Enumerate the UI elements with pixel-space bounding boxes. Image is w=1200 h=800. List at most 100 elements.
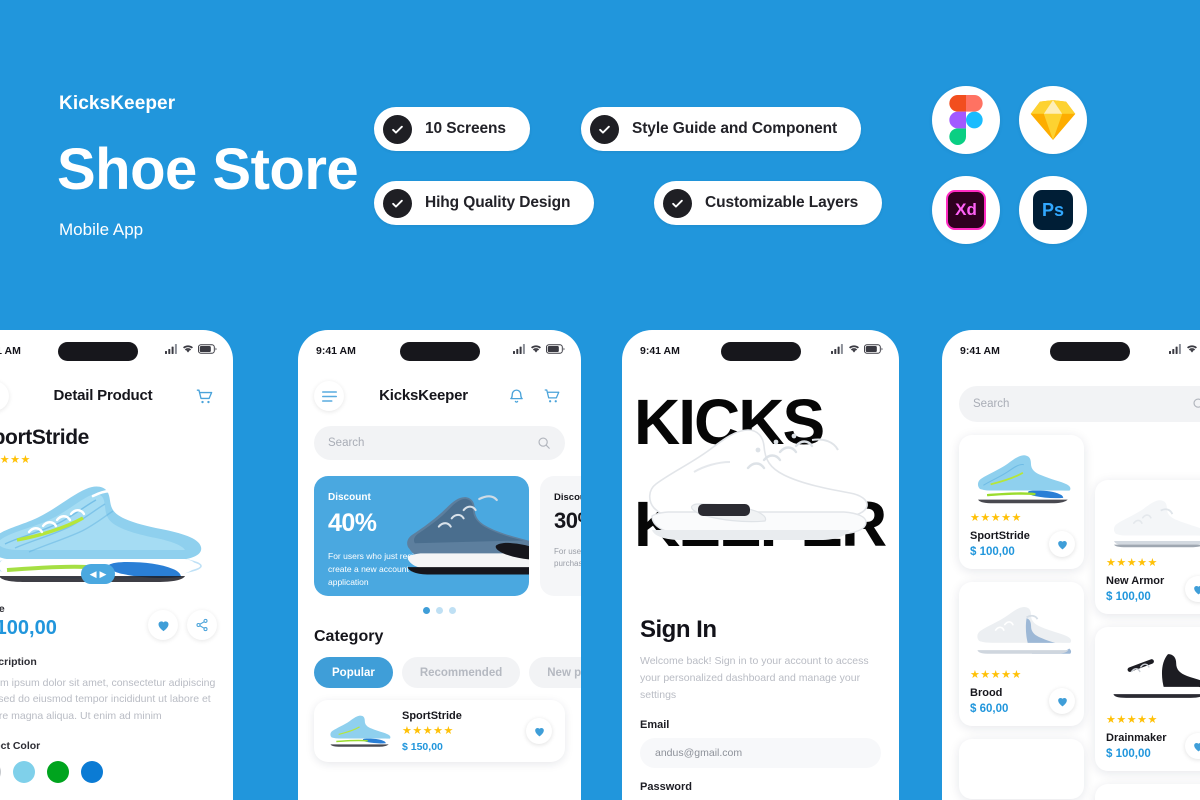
hero-brand: KicksKeeper <box>59 93 176 114</box>
heart-icon <box>1193 585 1200 594</box>
color-swatches <box>0 760 217 783</box>
wifi-icon <box>183 345 193 353</box>
search-input[interactable]: Search <box>959 386 1200 422</box>
price-label: Price <box>0 603 5 615</box>
menu-button[interactable] <box>314 381 344 411</box>
feature-pill-label: Customizable Layers <box>705 194 859 211</box>
select-color-label: Select Color <box>0 739 41 752</box>
product-card[interactable]: ★★★★★ Drainmaker $ 100,00 <box>1095 627 1200 771</box>
sketch-icon <box>1019 86 1087 154</box>
wifi-icon <box>1187 345 1197 353</box>
product-title: SportStride <box>0 426 89 449</box>
share-button[interactable] <box>187 610 217 640</box>
product-card[interactable] <box>959 739 1084 799</box>
carousel-prev-icon[interactable]: ◀ <box>90 569 97 580</box>
signin-subtext: Welcome back! Sign in to your account to… <box>640 655 869 701</box>
product-rating: ★★★★★ <box>0 454 31 466</box>
bell-icon <box>509 388 523 403</box>
search-placeholder: Search <box>328 437 365 449</box>
color-swatch-green[interactable] <box>47 760 69 783</box>
favorite-button[interactable] <box>1049 688 1075 714</box>
product-grid-column-left: ★★★★★ SportStride $ 100,00 ★★★★★ Brood $… <box>959 435 1084 800</box>
photoshop-label: Ps <box>1033 190 1073 230</box>
color-swatch-gray[interactable] <box>0 760 1 783</box>
color-swatch-blue[interactable] <box>81 760 103 783</box>
product-list-item[interactable]: SportStride ★★★★★ $ 150,00 <box>314 700 565 762</box>
cart-button[interactable] <box>191 383 217 409</box>
sneaker-image <box>977 455 1070 504</box>
search-input[interactable]: Search <box>314 426 565 460</box>
arrow-left-icon <box>0 389 1 403</box>
cart-icon <box>196 388 212 403</box>
product-image <box>970 445 1073 513</box>
image-carousel-control[interactable]: ◀ ▶ <box>81 564 115 584</box>
carousel-dot-3[interactable] <box>449 607 456 614</box>
battery-icon <box>198 344 217 354</box>
feature-pill-layers: Customizable Layers <box>654 181 883 225</box>
signin-heading: Sign In <box>640 616 717 643</box>
status-icons <box>513 344 565 354</box>
battery-icon <box>864 344 883 354</box>
color-swatch-light-blue[interactable] <box>13 760 35 783</box>
favorite-button[interactable] <box>526 718 552 744</box>
password-label: Password <box>640 781 692 794</box>
product-card[interactable]: ★★★★★ SportStride $ 100,00 <box>959 435 1084 569</box>
feature-pill-screens: 10 Screens <box>374 107 530 151</box>
product-image <box>1106 637 1200 715</box>
category-heading: Category <box>314 628 384 645</box>
notifications-button[interactable] <box>503 383 529 409</box>
status-time: 9:41 AM <box>960 345 1000 357</box>
status-time: 9:41 AM <box>0 345 21 357</box>
sneaker-image <box>330 715 391 747</box>
phone-mockup-home: 9:41 AM KicksKeeper Search Discount 40% … <box>298 330 581 800</box>
page-title: Shoe Store <box>57 137 359 202</box>
product-card[interactable] <box>1095 784 1200 800</box>
status-time: 9:41 AM <box>640 345 680 357</box>
battery-icon <box>546 344 565 354</box>
email-value: andus@gmail.com <box>655 747 743 760</box>
feature-pill-quality: Hihg Quality Design <box>374 181 595 225</box>
tab-new-products[interactable]: New prod <box>529 657 581 688</box>
promo-carousel: Discount 40% For users who just register… <box>298 460 581 596</box>
tab-recommended[interactable]: Recommended <box>401 657 521 688</box>
feature-pill-label: Hihg Quality Design <box>425 194 571 211</box>
wifi-icon <box>531 345 541 353</box>
carousel-dots[interactable] <box>298 607 581 614</box>
sneaker-image <box>648 429 868 540</box>
dynamic-island <box>58 342 138 361</box>
product-card[interactable]: ★★★★★ New Armor $ 100,00 <box>1095 480 1200 614</box>
tab-popular[interactable]: Popular <box>314 657 393 688</box>
cart-button[interactable] <box>539 383 565 409</box>
email-field[interactable]: andus@gmail.com <box>640 738 881 769</box>
heart-icon <box>1057 697 1067 706</box>
search-icon <box>538 437 550 449</box>
product-card[interactable]: ★★★★★ Brood $ 60,00 <box>959 582 1084 726</box>
back-button[interactable] <box>0 381 9 411</box>
status-bar: 9:41 AM <box>942 330 1200 372</box>
phone-mockup-detail-product: 9:41 AM Detail Product SportStride ★★★★★ <box>0 330 233 800</box>
product-price: $ 100,00 <box>0 617 57 639</box>
carousel-dot-1[interactable] <box>423 607 430 614</box>
feature-pill-label: Style Guide and Component <box>632 120 838 137</box>
dynamic-island <box>1049 342 1130 361</box>
hamburger-icon <box>321 390 337 402</box>
sneaker-image <box>1112 654 1200 698</box>
share-icon <box>196 618 208 632</box>
favorite-button[interactable] <box>1049 531 1075 557</box>
promo-banner-primary[interactable]: Discount 40% For users who just register… <box>314 476 529 596</box>
cart-icon <box>544 389 560 403</box>
product-grid-column-right: ★★★★★ New Armor $ 100,00 ★★★★★ Drainmake… <box>1095 480 1200 800</box>
email-label: Email <box>640 719 670 732</box>
photoshop-icon: Ps <box>1019 176 1087 244</box>
heart-icon <box>158 620 168 631</box>
status-icons <box>1169 344 1200 354</box>
status-bar: 9:41 AM <box>298 330 581 372</box>
figma-icon <box>932 86 1000 154</box>
carousel-dot-2[interactable] <box>436 607 443 614</box>
hero-subtitle: Mobile App <box>59 220 144 239</box>
description-label: Description <box>0 656 37 668</box>
carousel-next-icon[interactable]: ▶ <box>100 569 107 580</box>
favorite-button[interactable] <box>148 610 178 640</box>
promo-banner-secondary[interactable]: Discount 30% For users who purchase he <box>540 476 581 596</box>
product-image <box>1106 490 1200 558</box>
